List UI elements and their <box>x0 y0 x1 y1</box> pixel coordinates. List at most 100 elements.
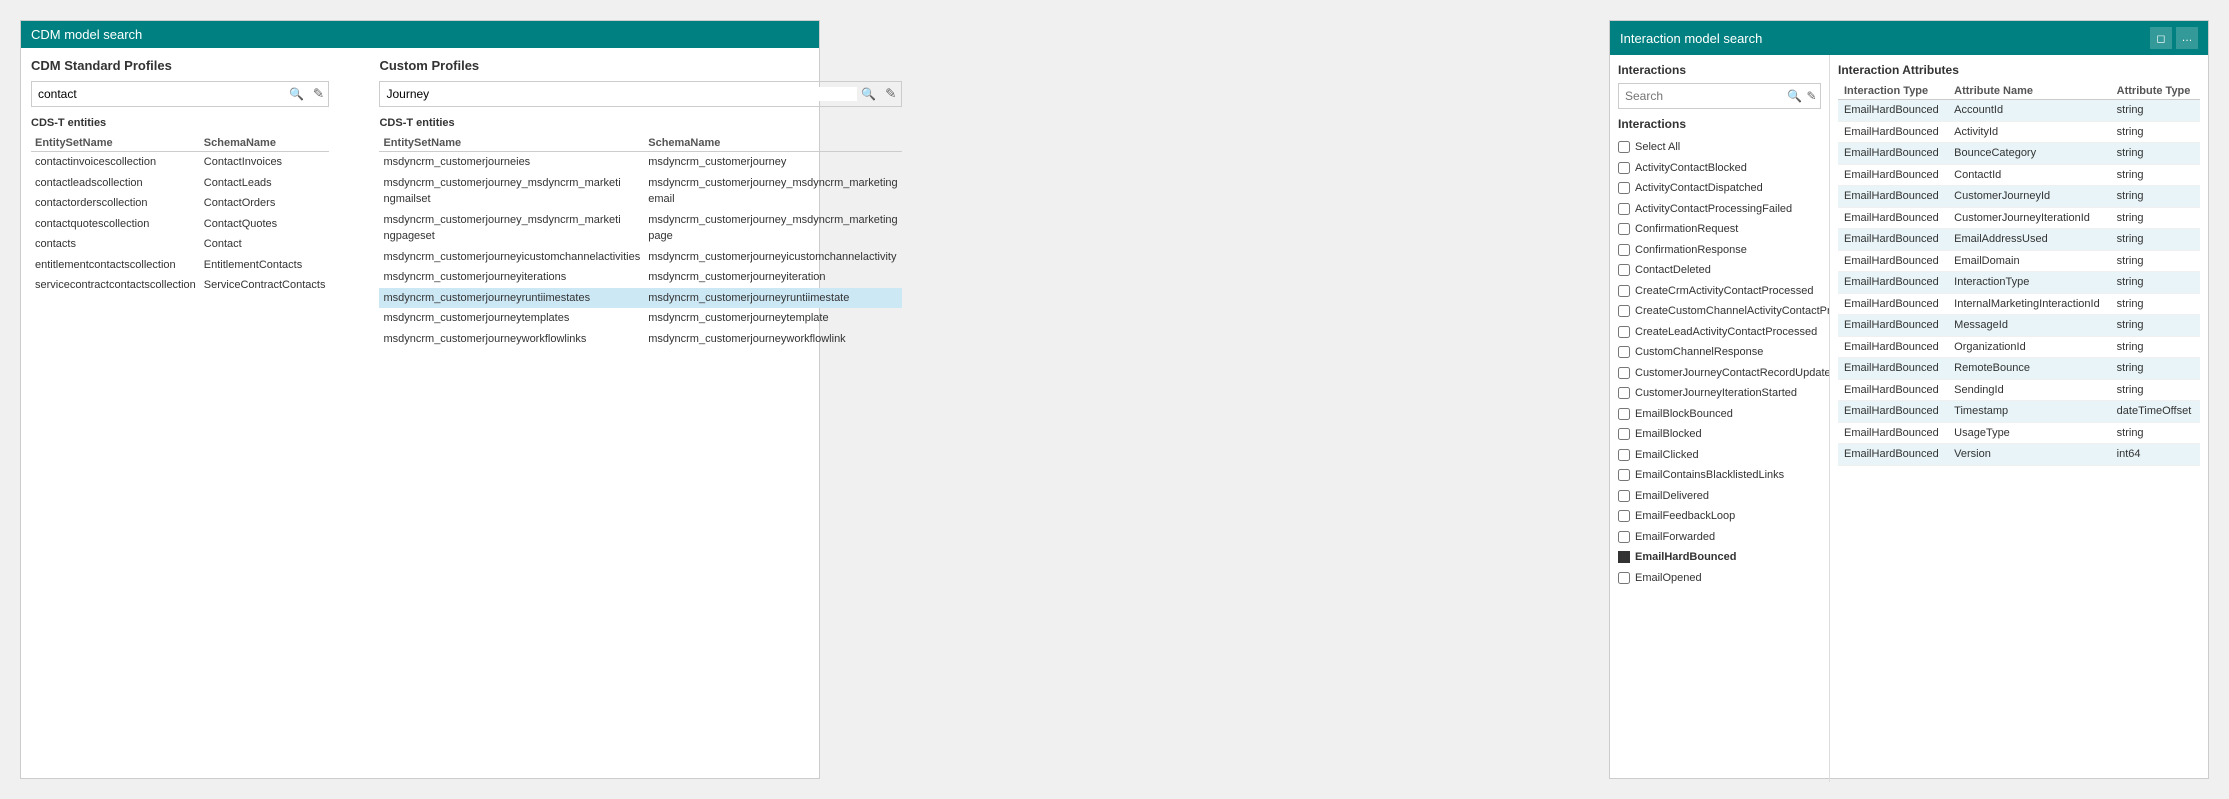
list-item[interactable]: CreateCustomChannelActivityContactProc..… <box>1618 301 1821 322</box>
col-custom-entity-set-name: EntitySetName <box>379 135 644 152</box>
attr-name-cell: RemoteBounce <box>1948 358 2111 380</box>
table-row[interactable]: msdyncrm_customerjourneyiterationsmsdync… <box>379 267 901 288</box>
interaction-checkbox[interactable] <box>1618 367 1630 379</box>
interaction-checkbox[interactable] <box>1618 490 1630 502</box>
table-row[interactable]: EmailHardBouncedContactIdstring <box>1838 164 2200 186</box>
attr-type-cell: EmailHardBounced <box>1838 186 1948 208</box>
table-row[interactable]: EmailHardBouncedActivityIdstring <box>1838 121 2200 143</box>
interaction-checkbox[interactable] <box>1618 305 1630 317</box>
cdm-model-search-panel: CDM model search CDM Standard Profiles 🔍… <box>20 20 820 779</box>
list-item[interactable]: EmailFeedbackLoop <box>1618 506 1821 527</box>
table-row[interactable]: contactorderscollectionContactOrders <box>31 193 329 214</box>
interaction-edit-icon[interactable]: ✎ <box>1803 84 1820 108</box>
list-item[interactable]: ActivityContactDispatched <box>1618 178 1821 199</box>
standard-profiles-search-input[interactable] <box>32 87 284 101</box>
interaction-search-icon[interactable]: 🔍 <box>1786 84 1803 108</box>
table-row[interactable]: EmailHardBouncedBounceCategorystring <box>1838 143 2200 165</box>
list-item[interactable]: CreateLeadActivityContactProcessed <box>1618 322 1821 343</box>
custom-profiles-search-input[interactable] <box>380 87 856 101</box>
custom-profiles-search-box[interactable]: 🔍 ✎ <box>379 81 901 107</box>
interaction-checkbox[interactable] <box>1618 203 1630 215</box>
table-row[interactable]: msdyncrm_customerjourneiesmsdyncrm_custo… <box>379 152 901 173</box>
list-item[interactable]: ActivityContactBlocked <box>1618 158 1821 179</box>
list-item[interactable]: EmailHardBounced <box>1618 547 1821 568</box>
standard-profiles-search-icon[interactable]: 🔍 <box>284 82 308 106</box>
entity-set-name-cell: contactleadscollection <box>31 173 200 194</box>
table-row[interactable]: msdyncrm_customerjourneyicustomchannelac… <box>379 247 901 268</box>
table-row[interactable]: EmailHardBouncedEmailDomainstring <box>1838 250 2200 272</box>
entity-set-name-cell: contactinvoicescollection <box>31 152 200 173</box>
interaction-checkbox[interactable] <box>1618 326 1630 338</box>
interaction-checkbox[interactable] <box>1618 387 1630 399</box>
interaction-checkbox[interactable] <box>1618 346 1630 358</box>
table-row[interactable]: entitlementcontactscollectionEntitlement… <box>31 255 329 276</box>
table-row[interactable]: EmailHardBouncedCustomerJourneyIteration… <box>1838 207 2200 229</box>
table-row[interactable]: EmailHardBouncedInteractionTypestring <box>1838 272 2200 294</box>
list-item[interactable]: EmailClicked <box>1618 445 1821 466</box>
window-icon-btn[interactable]: ◻ <box>2150 27 2172 49</box>
interaction-item-label: CreateCustomChannelActivityContactProc..… <box>1635 303 1830 320</box>
standard-profiles-filter-icon[interactable]: ✎ <box>308 82 328 106</box>
interaction-search-input[interactable] <box>1619 89 1786 103</box>
interactions-left-panel: Interactions 🔍 ✎ Interactions Select All… <box>1610 55 1830 782</box>
table-row[interactable]: msdyncrm_customerjourneytemplatesmsdyncr… <box>379 308 901 329</box>
interaction-checkbox[interactable] <box>1618 223 1630 235</box>
table-row[interactable]: EmailHardBouncedAccountIdstring <box>1838 100 2200 122</box>
table-row[interactable]: msdyncrm_customerjourneyruntiimestatesms… <box>379 288 901 309</box>
interaction-checkbox[interactable] <box>1618 182 1630 194</box>
interaction-item-label: EmailContainsBlacklistedLinks <box>1635 467 1784 484</box>
interaction-checkbox[interactable] <box>1618 428 1630 440</box>
interaction-checkbox[interactable] <box>1618 572 1630 584</box>
attr-type-cell: EmailHardBounced <box>1838 358 1948 380</box>
list-item[interactable]: EmailBlocked <box>1618 424 1821 445</box>
interaction-checkbox[interactable] <box>1618 510 1630 522</box>
list-item[interactable]: ConfirmationRequest <box>1618 219 1821 240</box>
table-row[interactable]: contactleadscollectionContactLeads <box>31 173 329 194</box>
table-row[interactable]: EmailHardBouncedUsageTypestring <box>1838 422 2200 444</box>
table-row[interactable]: contactquotescollectionContactQuotes <box>31 214 329 235</box>
table-row[interactable]: msdyncrm_customerjourneyworkflowlinksmsd… <box>379 329 901 350</box>
table-row[interactable]: msdyncrm_customerjourney_msdyncrm_market… <box>379 210 901 247</box>
interaction-search-box[interactable]: 🔍 ✎ <box>1618 83 1821 109</box>
list-item[interactable]: ConfirmationResponse <box>1618 240 1821 261</box>
cdm-panel-title: CDM model search <box>31 27 142 42</box>
table-row[interactable]: EmailHardBouncedSendingIdstring <box>1838 379 2200 401</box>
interaction-checkbox[interactable] <box>1618 141 1630 153</box>
list-item[interactable]: EmailBlockBounced <box>1618 404 1821 425</box>
list-item[interactable]: ActivityContactProcessingFailed <box>1618 199 1821 220</box>
list-item[interactable]: CreateCrmActivityContactProcessed <box>1618 281 1821 302</box>
interaction-checkbox[interactable] <box>1618 469 1630 481</box>
table-row[interactable]: EmailHardBouncedTimestampdateTimeOffset <box>1838 401 2200 423</box>
list-item[interactable]: EmailOpened <box>1618 568 1821 589</box>
interaction-checkbox[interactable] <box>1618 449 1630 461</box>
interaction-checkbox[interactable] <box>1618 408 1630 420</box>
table-row[interactable]: EmailHardBouncedRemoteBouncestring <box>1838 358 2200 380</box>
table-row[interactable]: contactsContact <box>31 234 329 255</box>
entity-set-name-cell: msdyncrm_customerjourney_msdyncrm_market… <box>379 210 644 247</box>
table-row[interactable]: contactinvoicescollectionContactInvoices <box>31 152 329 173</box>
table-row[interactable]: EmailHardBouncedVersionint64 <box>1838 444 2200 466</box>
standard-profiles-search-box[interactable]: 🔍 ✎ <box>31 81 329 107</box>
interaction-checkbox[interactable] <box>1618 285 1630 297</box>
table-row[interactable]: servicecontractcontactscollectionService… <box>31 275 329 296</box>
list-item[interactable]: EmailDelivered <box>1618 486 1821 507</box>
interaction-checkbox[interactable] <box>1618 531 1630 543</box>
list-item[interactable]: EmailForwarded <box>1618 527 1821 548</box>
more-icon-btn[interactable]: … <box>2176 27 2198 49</box>
list-item[interactable]: CustomerJourneyIterationStarted <box>1618 383 1821 404</box>
list-item[interactable]: CustomerJourneyContactRecordUpdated <box>1618 363 1821 384</box>
interaction-checkbox[interactable] <box>1618 244 1630 256</box>
attributes-section-title: Interaction Attributes <box>1838 63 2200 77</box>
list-item[interactable]: Select All <box>1618 137 1821 158</box>
interaction-checkbox[interactable] <box>1618 162 1630 174</box>
list-item[interactable]: ContactDeleted <box>1618 260 1821 281</box>
interaction-checkbox[interactable] <box>1618 264 1630 276</box>
list-item[interactable]: CustomChannelResponse <box>1618 342 1821 363</box>
list-item[interactable]: EmailContainsBlacklistedLinks <box>1618 465 1821 486</box>
table-row[interactable]: EmailHardBouncedCustomerJourneyIdstring <box>1838 186 2200 208</box>
table-row[interactable]: EmailHardBouncedInternalMarketingInterac… <box>1838 293 2200 315</box>
table-row[interactable]: EmailHardBouncedMessageIdstring <box>1838 315 2200 337</box>
table-row[interactable]: EmailHardBouncedOrganizationIdstring <box>1838 336 2200 358</box>
table-row[interactable]: msdyncrm_customerjourney_msdyncrm_market… <box>379 173 901 210</box>
table-row[interactable]: EmailHardBouncedEmailAddressUsedstring <box>1838 229 2200 251</box>
